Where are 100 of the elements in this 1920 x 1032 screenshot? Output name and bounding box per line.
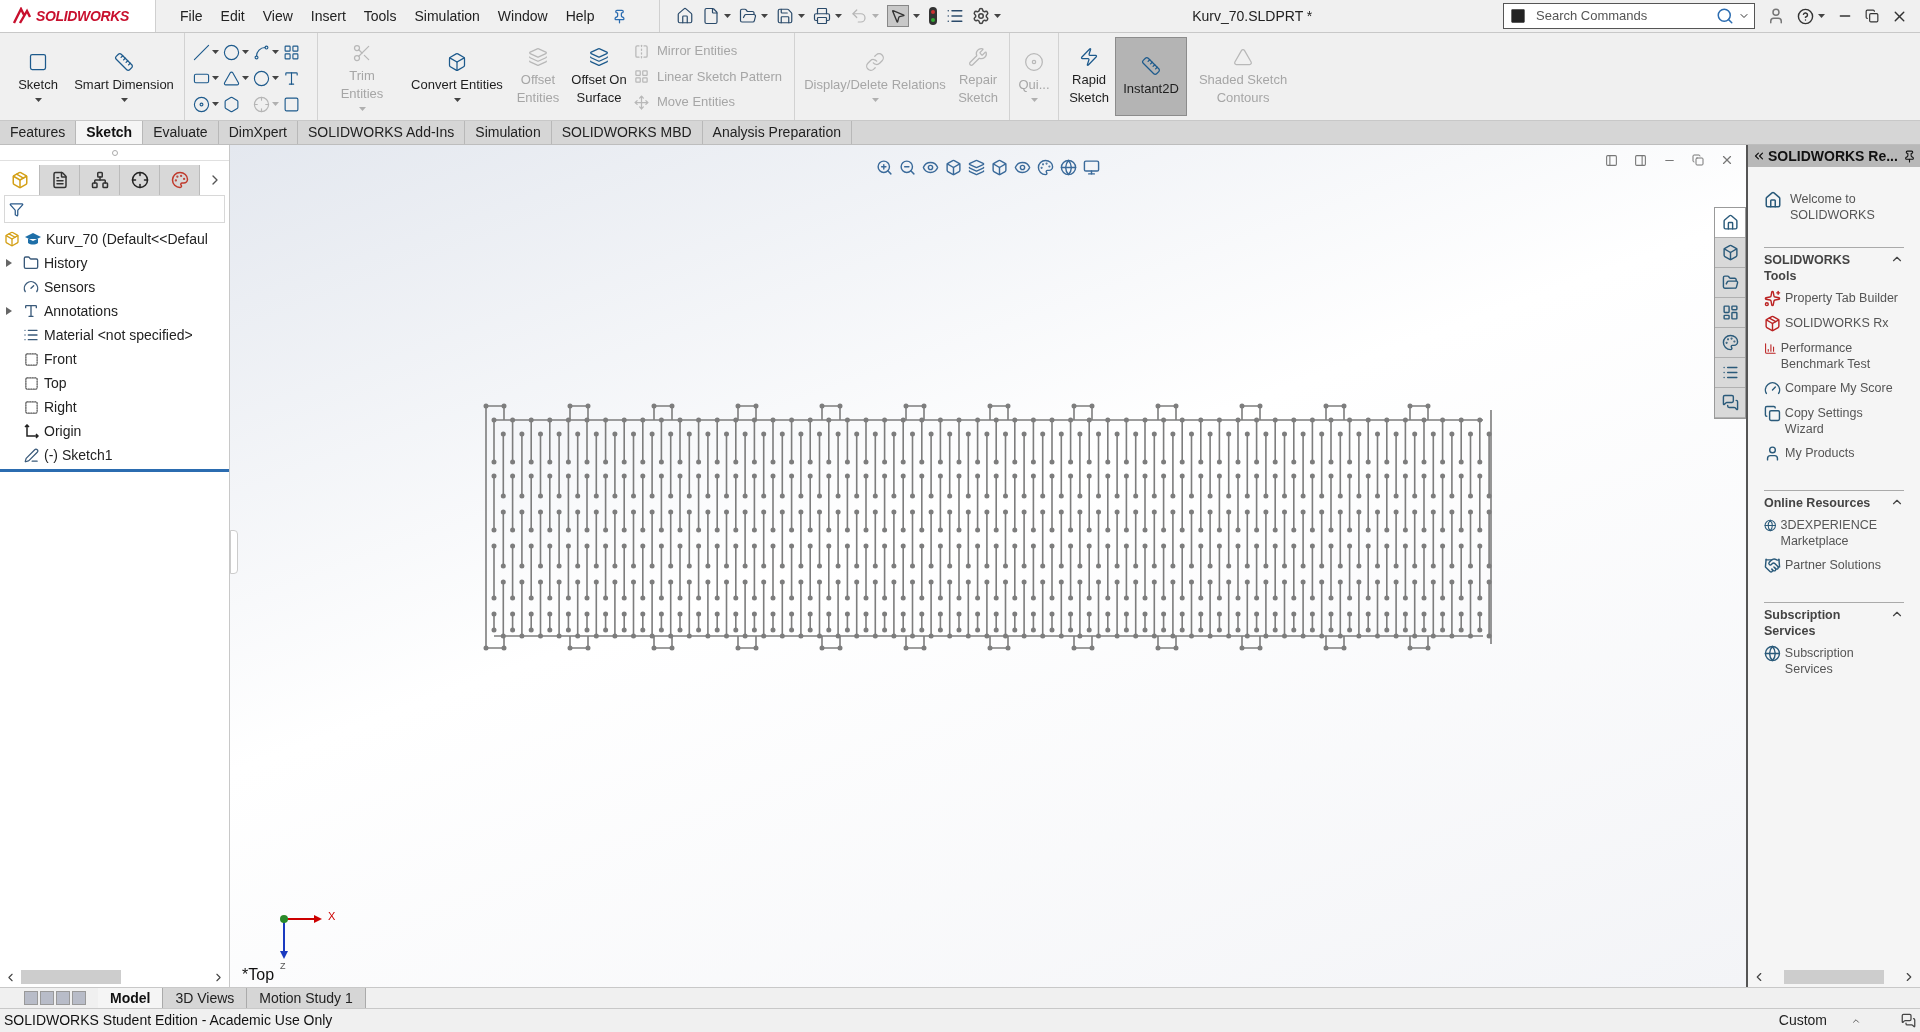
command-tab[interactable]: SOLIDWORKS MBD bbox=[551, 121, 703, 144]
menu-item[interactable]: Tools bbox=[363, 5, 397, 27]
appearance-icon[interactable] bbox=[1037, 158, 1054, 176]
task-pane-link[interactable]: 3DEXPERIENCE Marketplace bbox=[1780, 517, 1904, 549]
open-folder-icon[interactable] bbox=[739, 7, 758, 25]
settings-icon[interactable] bbox=[972, 7, 991, 25]
dropdown-arrow-icon[interactable] bbox=[835, 14, 843, 18]
tile-right-icon[interactable] bbox=[1634, 153, 1647, 167]
spline-icon[interactable] bbox=[253, 43, 270, 61]
dropdown-arrow-icon[interactable] bbox=[1818, 14, 1825, 18]
tree-item[interactable]: Annotations bbox=[44, 300, 118, 322]
tree-item[interactable]: Origin bbox=[44, 420, 82, 442]
panel-tab[interactable] bbox=[80, 165, 120, 195]
task-pane-link[interactable]: Performance Benchmark Test bbox=[1780, 340, 1904, 372]
task-pane-link[interactable]: Compare My Score bbox=[1785, 380, 1893, 396]
tree-item[interactable]: History bbox=[44, 252, 88, 274]
new-file-icon[interactable] bbox=[702, 7, 721, 25]
menu-item[interactable]: File bbox=[180, 5, 203, 27]
dropdown-arrow-icon[interactable] bbox=[994, 14, 1002, 18]
task-pane-link[interactable]: Property Tab Builder bbox=[1785, 290, 1899, 306]
units-dropdown[interactable]: Custom bbox=[1778, 1010, 1861, 1031]
scrollbar-thumb[interactable] bbox=[21, 970, 121, 984]
grid-icon[interactable] bbox=[283, 43, 300, 61]
dropdown-arrow-icon[interactable] bbox=[798, 14, 806, 18]
search-field[interactable]: Search Commands bbox=[1536, 6, 1716, 26]
dropdown-arrow-icon[interactable] bbox=[34, 97, 42, 102]
list-icon[interactable] bbox=[946, 7, 965, 25]
save-icon[interactable] bbox=[776, 7, 795, 25]
menu-item[interactable]: Window bbox=[497, 5, 548, 27]
dropdown-arrow-icon[interactable] bbox=[212, 76, 219, 80]
ribbon-button[interactable]: Sketch bbox=[8, 37, 68, 116]
menu-item[interactable]: Help bbox=[565, 5, 595, 27]
expand-arrow-icon[interactable] bbox=[6, 259, 12, 267]
cube-icon[interactable] bbox=[945, 158, 962, 176]
ribbon-button[interactable]: Smart Dimension bbox=[68, 37, 180, 116]
splitter-handle-icon[interactable] bbox=[111, 149, 118, 156]
bottom-tab[interactable]: 3D Views bbox=[163, 988, 248, 1008]
task-pane-link[interactable]: Subscription Services bbox=[1784, 645, 1904, 677]
dropdown-arrow-icon[interactable] bbox=[761, 14, 769, 18]
polygon-icon[interactable] bbox=[223, 95, 240, 113]
ribbon-button[interactable]: Instant2D bbox=[1115, 37, 1188, 116]
panel-tab[interactable] bbox=[120, 165, 160, 195]
search-icon[interactable] bbox=[1716, 7, 1734, 25]
help-icon[interactable] bbox=[1797, 7, 1814, 25]
panel-tab[interactable] bbox=[40, 165, 80, 195]
task-pane-link[interactable]: Partner Solutions bbox=[1785, 557, 1881, 573]
menu-item[interactable]: Edit bbox=[220, 5, 245, 27]
tree-item[interactable]: Sensors bbox=[44, 276, 96, 298]
command-tab[interactable]: Analysis Preparation bbox=[702, 121, 852, 144]
task-pane-tab[interactable] bbox=[1715, 208, 1745, 238]
display-style-icon[interactable] bbox=[991, 158, 1008, 176]
tile-left-icon[interactable] bbox=[1605, 153, 1618, 167]
dropdown-arrow-icon[interactable] bbox=[913, 14, 921, 18]
dropdown-arrow-icon[interactable] bbox=[242, 76, 249, 80]
dropdown-arrow-icon[interactable] bbox=[272, 50, 279, 54]
tree-item[interactable]: Kurv_70 (Default<<Defaul bbox=[46, 228, 208, 250]
task-pane-link[interactable]: My Products bbox=[1785, 445, 1855, 461]
traffic-light-icon[interactable] bbox=[928, 6, 939, 26]
bottom-tab[interactable]: Motion Study 1 bbox=[247, 988, 366, 1008]
tree-item[interactable]: (-) Sketch1 bbox=[44, 444, 113, 466]
dropdown-arrow-icon[interactable] bbox=[212, 50, 219, 54]
menu-item[interactable]: Simulation bbox=[414, 5, 480, 27]
command-tab[interactable]: DimXpert bbox=[218, 121, 298, 144]
bottom-tab[interactable]: Model bbox=[98, 988, 164, 1008]
text-icon[interactable] bbox=[283, 69, 300, 87]
task-pane-link[interactable]: SOLIDWORKS Rx bbox=[1785, 315, 1889, 331]
pin-icon[interactable] bbox=[612, 8, 628, 24]
pin-icon[interactable] bbox=[1903, 149, 1916, 163]
ribbon-button[interactable]: Offset On Surface bbox=[564, 37, 634, 116]
search-bar[interactable]: Search Commands bbox=[1503, 3, 1755, 29]
menu-item[interactable]: View bbox=[262, 5, 293, 27]
ribbon-button[interactable]: Rapid Sketch bbox=[1063, 37, 1116, 116]
dropdown-arrow-icon[interactable] bbox=[242, 50, 249, 54]
select-tool-button[interactable] bbox=[887, 5, 910, 27]
command-tab[interactable]: SOLIDWORKS Add-Ins bbox=[298, 121, 466, 144]
dropdown-arrow-icon[interactable] bbox=[272, 76, 279, 80]
command-tab[interactable]: Evaluate bbox=[143, 121, 219, 144]
dropdown-arrow-icon[interactable] bbox=[212, 102, 219, 106]
filter-icon[interactable] bbox=[9, 201, 24, 217]
zoom-icon[interactable] bbox=[876, 158, 893, 176]
user-icon[interactable] bbox=[1767, 7, 1785, 25]
circle-icon[interactable] bbox=[223, 43, 240, 61]
tree-item[interactable]: Front bbox=[44, 348, 77, 370]
tree-item[interactable]: Top bbox=[44, 372, 67, 394]
tree-item[interactable]: Material <not specified> bbox=[44, 324, 193, 346]
print-icon[interactable] bbox=[813, 7, 832, 25]
restore-icon[interactable] bbox=[1865, 9, 1879, 23]
tree-item[interactable]: Right bbox=[44, 396, 77, 418]
menu-item[interactable]: Insert bbox=[310, 5, 346, 27]
home-icon[interactable] bbox=[676, 7, 695, 25]
command-tab[interactable]: Sketch bbox=[76, 121, 144, 144]
panel-collapse-handle[interactable] bbox=[230, 530, 238, 574]
expand-arrow-icon[interactable] bbox=[6, 307, 12, 315]
scrollbar-thumb[interactable] bbox=[1784, 970, 1884, 984]
welcome-link[interactable]: Welcome to SOLIDWORKS bbox=[1790, 191, 1890, 223]
dropdown-arrow-icon[interactable] bbox=[120, 97, 128, 102]
message-icon[interactable] bbox=[1901, 1013, 1916, 1028]
dropdown-arrow-icon[interactable] bbox=[453, 97, 461, 102]
task-pane-link[interactable]: Copy Settings Wizard bbox=[1784, 405, 1904, 437]
collapse-icon[interactable] bbox=[1752, 149, 1766, 163]
